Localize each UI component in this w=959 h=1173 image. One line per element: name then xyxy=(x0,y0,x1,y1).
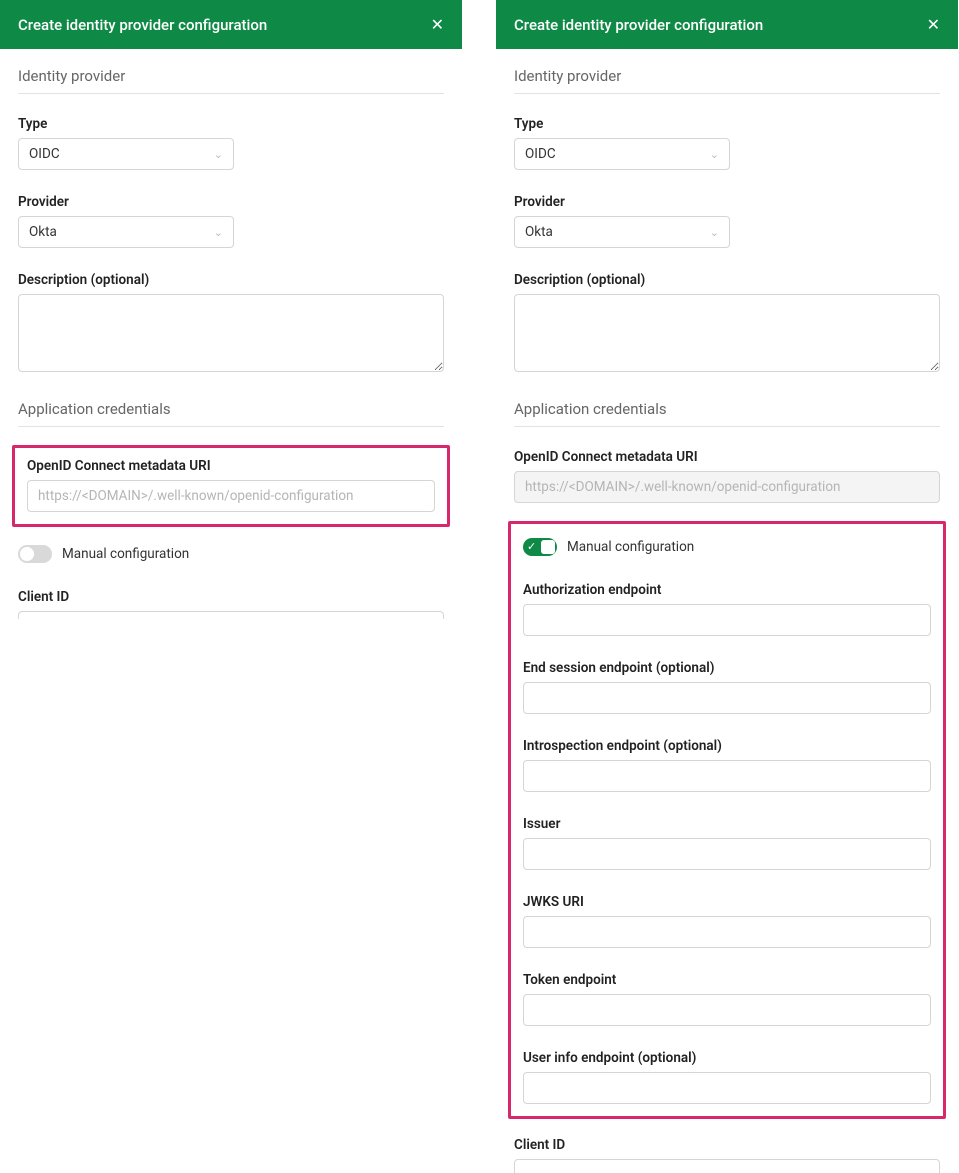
end-session-label: End session endpoint (optional) xyxy=(523,660,931,676)
chevron-down-icon: ⌄ xyxy=(214,226,223,239)
client-id-input[interactable] xyxy=(18,611,444,619)
callout-metadata-uri: OpenID Connect metadata URI xyxy=(12,445,450,527)
jwks-input[interactable] xyxy=(523,916,931,948)
field-userinfo: User info endpoint (optional) xyxy=(523,1050,931,1104)
field-description: Description (optional) xyxy=(514,272,940,376)
field-end-session: End session endpoint (optional) xyxy=(523,660,931,714)
field-issuer: Issuer xyxy=(523,816,931,870)
type-value: OIDC xyxy=(525,146,556,162)
provider-value: Okta xyxy=(525,224,553,240)
end-session-input[interactable] xyxy=(523,682,931,714)
client-id-label: Client ID xyxy=(514,1137,940,1153)
section-application-credentials: Application credentials xyxy=(18,400,444,427)
field-client-id: Client ID xyxy=(18,589,444,619)
provider-select[interactable]: Okta ⌄ xyxy=(18,216,234,248)
provider-label: Provider xyxy=(18,194,444,210)
field-type: Type OIDC ⌄ xyxy=(18,116,444,170)
panel-body: Identity provider Type OIDC ⌄ Provider O… xyxy=(0,49,462,619)
panel-header: Create identity provider configuration ✕ xyxy=(0,0,462,49)
close-icon[interactable]: ✕ xyxy=(431,17,444,33)
metadata-uri-input xyxy=(514,471,940,503)
panel-title: Create identity provider configuration xyxy=(514,16,763,34)
jwks-label: JWKS URI xyxy=(523,894,931,910)
field-auth-endpoint: Authorization endpoint xyxy=(523,582,931,636)
panel-header: Create identity provider configuration ✕ xyxy=(496,0,958,49)
provider-label: Provider xyxy=(514,194,940,210)
panel-left: Create identity provider configuration ✕… xyxy=(0,0,462,619)
field-metadata-uri: OpenID Connect metadata URI xyxy=(27,458,435,512)
field-client-id: Client ID xyxy=(514,1137,940,1173)
type-select[interactable]: OIDC ⌄ xyxy=(514,138,730,170)
userinfo-label: User info endpoint (optional) xyxy=(523,1050,931,1066)
token-endpoint-input[interactable] xyxy=(523,994,931,1026)
type-value: OIDC xyxy=(29,146,60,162)
field-token-endpoint: Token endpoint xyxy=(523,972,931,1026)
issuer-label: Issuer xyxy=(523,816,931,832)
toggle-knob xyxy=(541,540,555,554)
field-provider: Provider Okta ⌄ xyxy=(514,194,940,248)
field-description: Description (optional) xyxy=(18,272,444,376)
type-select[interactable]: OIDC ⌄ xyxy=(18,138,234,170)
section-application-credentials: Application credentials xyxy=(514,400,940,427)
client-id-label: Client ID xyxy=(18,589,444,605)
description-label: Description (optional) xyxy=(18,272,444,288)
auth-endpoint-input[interactable] xyxy=(523,604,931,636)
toggle-knob xyxy=(20,547,34,561)
panel-title: Create identity provider configuration xyxy=(18,16,267,34)
manual-config-toggle[interactable] xyxy=(18,545,52,563)
metadata-uri-input[interactable] xyxy=(27,480,435,512)
field-provider: Provider Okta ⌄ xyxy=(18,194,444,248)
callout-manual-config: ✓ Manual configuration Authorization end… xyxy=(508,521,946,1119)
manual-config-label: Manual configuration xyxy=(62,546,189,562)
description-textarea[interactable] xyxy=(514,294,940,372)
provider-select[interactable]: Okta ⌄ xyxy=(514,216,730,248)
description-textarea[interactable] xyxy=(18,294,444,372)
field-introspection: Introspection endpoint (optional) xyxy=(523,738,931,792)
chevron-down-icon: ⌄ xyxy=(710,226,719,239)
field-metadata-uri: OpenID Connect metadata URI xyxy=(514,449,940,503)
section-identity-provider: Identity provider xyxy=(18,67,444,94)
panel-body: Identity provider Type OIDC ⌄ Provider O… xyxy=(496,49,958,1173)
manual-config-row: Manual configuration xyxy=(18,545,444,563)
userinfo-input[interactable] xyxy=(523,1072,931,1104)
close-icon[interactable]: ✕ xyxy=(927,17,940,33)
issuer-input[interactable] xyxy=(523,838,931,870)
chevron-down-icon: ⌄ xyxy=(710,148,719,161)
auth-endpoint-label: Authorization endpoint xyxy=(523,582,931,598)
field-type: Type OIDC ⌄ xyxy=(514,116,940,170)
manual-config-row: ✓ Manual configuration xyxy=(523,538,931,556)
chevron-down-icon: ⌄ xyxy=(214,148,223,161)
metadata-uri-label: OpenID Connect metadata URI xyxy=(514,449,940,465)
type-label: Type xyxy=(18,116,444,132)
token-endpoint-label: Token endpoint xyxy=(523,972,931,988)
check-icon: ✓ xyxy=(527,540,536,554)
manual-config-toggle[interactable]: ✓ xyxy=(523,538,557,556)
description-label: Description (optional) xyxy=(514,272,940,288)
section-identity-provider: Identity provider xyxy=(514,67,940,94)
metadata-uri-label: OpenID Connect metadata URI xyxy=(27,458,435,474)
type-label: Type xyxy=(514,116,940,132)
provider-value: Okta xyxy=(29,224,57,240)
introspection-input[interactable] xyxy=(523,760,931,792)
field-jwks: JWKS URI xyxy=(523,894,931,948)
manual-config-label: Manual configuration xyxy=(567,539,694,555)
client-id-input[interactable] xyxy=(514,1159,940,1173)
panel-right: Create identity provider configuration ✕… xyxy=(496,0,958,1173)
introspection-label: Introspection endpoint (optional) xyxy=(523,738,931,754)
